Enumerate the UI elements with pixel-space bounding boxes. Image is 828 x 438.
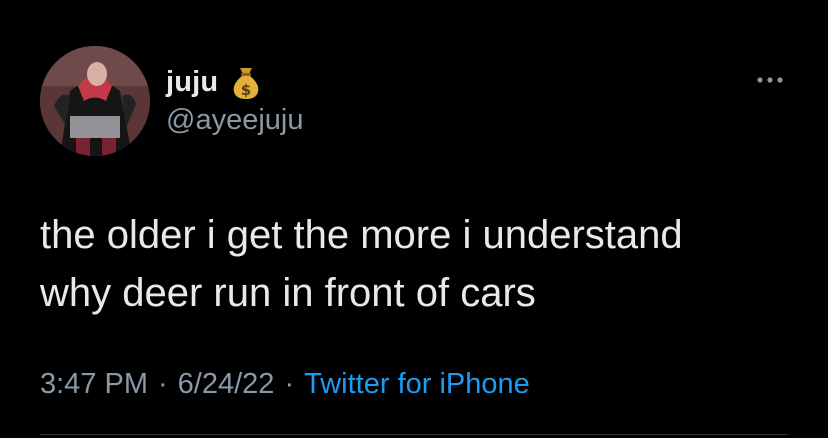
money-bag-icon: $	[230, 64, 262, 100]
svg-text:$: $	[241, 81, 251, 99]
meta-separator: ·	[284, 368, 295, 400]
tweet-metadata: 3:47 PM · 6/24/22 · Twitter for iPhone	[40, 368, 530, 401]
avatar[interactable]	[40, 46, 150, 156]
divider	[40, 434, 788, 435]
tweet-date[interactable]: 6/24/22	[178, 368, 275, 400]
tweet-source-link[interactable]: Twitter for iPhone	[304, 368, 530, 400]
author-name-row: juju $	[166, 62, 262, 102]
tweet-text: the older i get the more i understand wh…	[40, 213, 683, 315]
more-options-icon[interactable]	[752, 70, 788, 90]
tweet-time[interactable]: 3:47 PM	[40, 368, 148, 400]
tweet-card: juju $ @ayeejuju the older i get the mor…	[0, 0, 828, 438]
meta-separator: ·	[158, 368, 168, 400]
author-handle[interactable]: @ayeejuju	[166, 104, 303, 137]
display-name[interactable]: juju	[166, 66, 218, 99]
avatar-image	[40, 46, 150, 156]
